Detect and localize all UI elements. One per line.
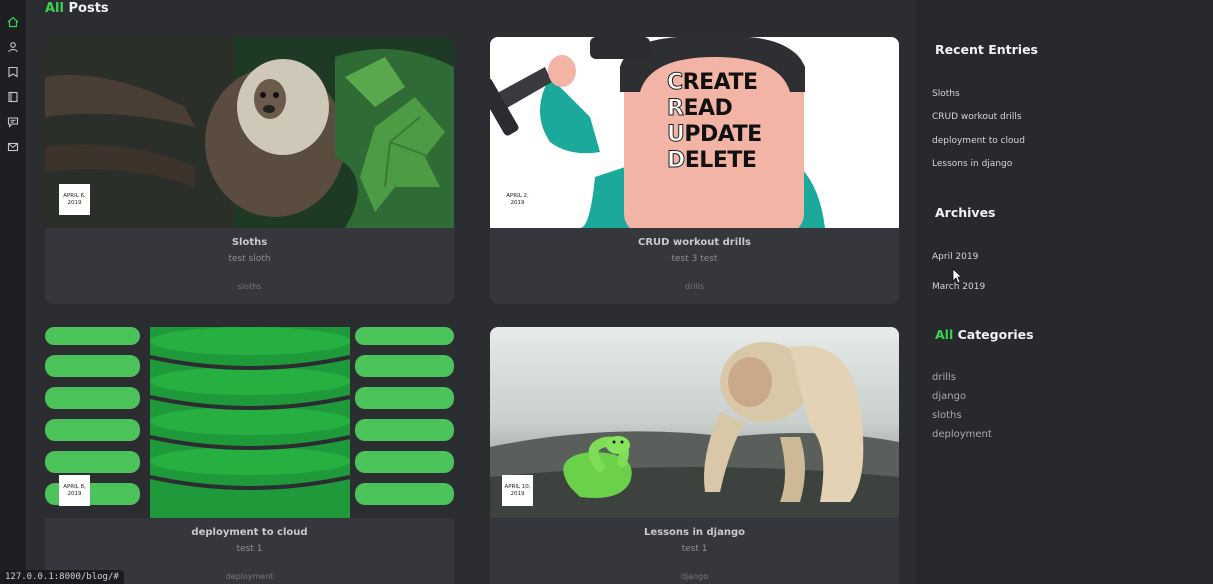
crud-word-update: UPDATE xyxy=(666,122,762,148)
recent-entry-link[interactable]: deployment to cloud xyxy=(932,136,1025,146)
status-url: 127.0.0.1:8000/blog/# xyxy=(0,570,124,584)
post-card-crud[interactable]: CREATE READ UPDATE DELETE APRIL 2, 2019 … xyxy=(490,37,899,304)
post-description: test 1 xyxy=(236,544,263,554)
icon-sidebar xyxy=(0,0,26,584)
post-tag[interactable]: django xyxy=(490,572,899,581)
post-card-deployment[interactable]: APRIL 8, 2019 deployment to cloud test 1… xyxy=(45,327,454,584)
post-description: test sloth xyxy=(228,254,271,264)
user-icon[interactable] xyxy=(0,34,26,59)
date-line-2: 2019 xyxy=(510,199,525,206)
post-image-snake-sloth[interactable]: APRIL 10, 2019 xyxy=(490,327,899,518)
post-tag[interactable]: drills xyxy=(490,282,899,291)
archives-heading: Archives xyxy=(935,205,996,220)
mouse-cursor-icon xyxy=(952,268,963,288)
post-title[interactable]: CRUD workout drills xyxy=(490,237,899,248)
recent-entry-link[interactable]: Lessons in django xyxy=(932,159,1012,169)
date-badge: APRIL 8, 2019 xyxy=(59,475,90,506)
post-title[interactable]: Sloths xyxy=(45,237,454,248)
right-sidebar: Recent Entries Sloths CRUD workout drill… xyxy=(918,0,1213,584)
date-line-2: 2019 xyxy=(67,199,82,206)
title-accent: All xyxy=(45,1,64,16)
post-title[interactable]: Lessons in django xyxy=(490,527,899,538)
post-image-sloth[interactable]: APRIL 6, 2019 xyxy=(45,37,454,228)
categories-heading-rest: Categories xyxy=(953,327,1034,342)
main-content: All Posts APRIL 6, 2019 Sloths test slot… xyxy=(26,0,916,584)
mail-icon[interactable] xyxy=(0,134,26,159)
date-line-1: APRIL 6, xyxy=(63,192,86,199)
post-card-sloths[interactable]: APRIL 6, 2019 Sloths test sloth sloths xyxy=(45,37,454,304)
crud-word-read: READ xyxy=(666,96,733,122)
post-card-body: CRUD workout drills test 3 test drills xyxy=(490,228,899,304)
date-badge: APRIL 10, 2019 xyxy=(502,475,533,506)
bookmark-icon[interactable] xyxy=(0,59,26,84)
post-card-body: Sloths test sloth sloths xyxy=(45,228,454,304)
post-description: test 1 xyxy=(681,544,708,554)
recent-entry-link[interactable]: CRUD workout drills xyxy=(932,112,1022,122)
crud-word-delete: DELETE xyxy=(667,148,757,174)
post-image-database[interactable]: APRIL 8, 2019 xyxy=(45,327,454,518)
crud-words: CREATE READ UPDATE DELETE xyxy=(666,70,762,174)
categories-heading: All Categories xyxy=(935,327,1034,342)
date-badge: APRIL 6, 2019 xyxy=(59,184,90,215)
recent-entry-link[interactable]: Sloths xyxy=(932,89,960,99)
date-line-1: APRIL 8, xyxy=(63,483,86,490)
post-image-crud[interactable]: CREATE READ UPDATE DELETE APRIL 2, 2019 xyxy=(490,37,899,228)
post-title[interactable]: deployment to cloud xyxy=(45,527,454,538)
title-rest: Posts xyxy=(63,1,109,16)
category-link[interactable]: sloths xyxy=(932,410,962,421)
crud-word-create: CREATE xyxy=(667,70,758,96)
date-line-2: 2019 xyxy=(510,490,525,497)
category-link[interactable]: drills xyxy=(932,372,956,383)
category-link[interactable]: deployment xyxy=(932,429,992,440)
archive-link[interactable]: April 2019 xyxy=(932,252,978,262)
page-title: All Posts xyxy=(45,1,109,16)
category-link[interactable]: django xyxy=(932,391,966,402)
date-badge: APRIL 2, 2019 xyxy=(502,184,533,215)
post-card-django[interactable]: APRIL 10, 2019 Lessons in django test 1 … xyxy=(490,327,899,584)
book-icon[interactable] xyxy=(0,84,26,109)
post-description: test 3 test xyxy=(671,254,718,264)
date-line-1: APRIL 10, xyxy=(504,483,531,490)
date-line-1: APRIL 2, xyxy=(506,192,529,199)
chat-icon[interactable] xyxy=(0,109,26,134)
post-tag[interactable]: sloths xyxy=(45,282,454,291)
home-icon[interactable] xyxy=(0,9,26,34)
recent-entries-heading: Recent Entries xyxy=(935,42,1038,57)
date-line-2: 2019 xyxy=(67,490,82,497)
post-card-body: Lessons in django test 1 django xyxy=(490,518,899,584)
categories-heading-accent: All xyxy=(935,327,954,342)
